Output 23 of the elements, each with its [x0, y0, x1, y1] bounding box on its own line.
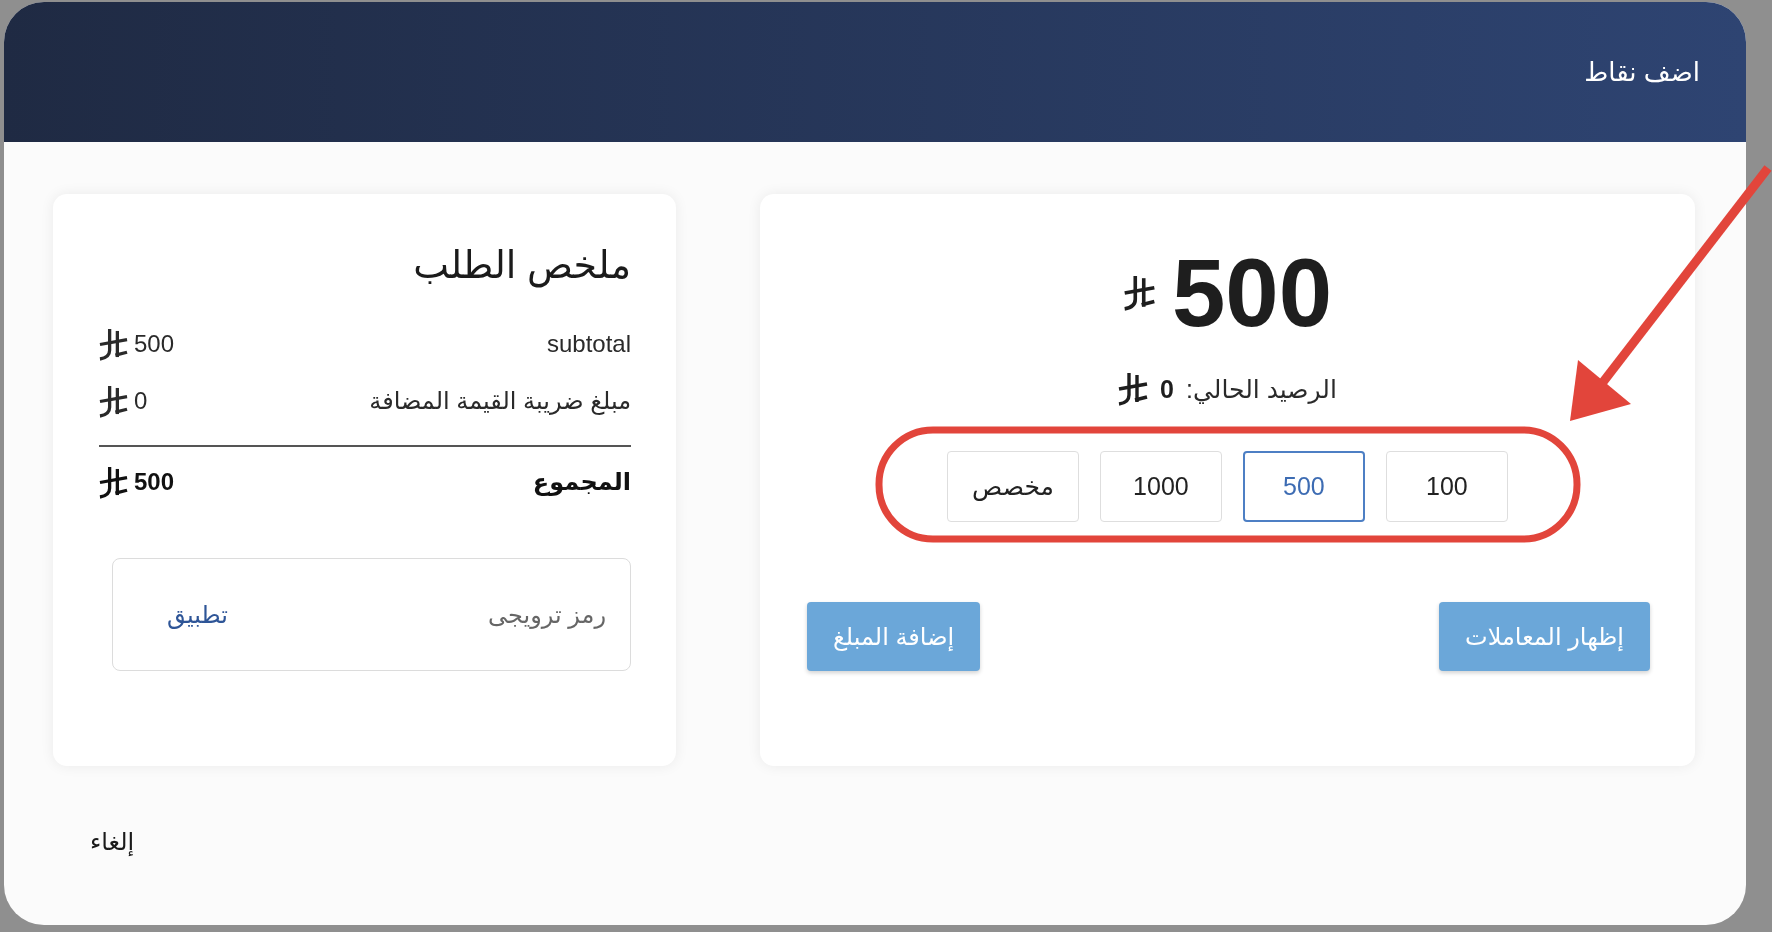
currency-icon	[99, 327, 128, 361]
summary-value: 500	[134, 330, 175, 358]
amount-option[interactable]: 100	[1385, 451, 1508, 522]
amount-option[interactable]: مخصص	[947, 451, 1079, 522]
summary-value: 500	[134, 468, 175, 496]
balance-label: الرصيد الحالي:	[1186, 374, 1337, 404]
currency-icon	[99, 465, 128, 499]
summary-title: ملخص الطلب	[412, 243, 631, 290]
apply-link[interactable]: تطبيق	[167, 600, 228, 629]
currency-icon	[1118, 372, 1149, 406]
promo-code-field[interactable]: رمز ترويجى تطبيق	[112, 558, 631, 671]
balance-value: 0	[1160, 374, 1174, 404]
cancel-button[interactable]: إلغاء	[90, 827, 135, 857]
currency-icon	[99, 384, 128, 418]
dialog-title: اضف نقاط	[1584, 56, 1700, 88]
summary-label: subtotal	[546, 330, 631, 358]
currency-icon	[1122, 275, 1156, 311]
amount-option[interactable]: 500	[1242, 451, 1365, 522]
summary-label: المجموع	[532, 468, 631, 496]
amount-display: 500	[1171, 243, 1333, 343]
summary-label: مبلغ ضريبة القيمة المضافة	[369, 387, 631, 415]
amount-option[interactable]: 1000	[1099, 451, 1222, 522]
summary-value: 0	[134, 387, 148, 415]
